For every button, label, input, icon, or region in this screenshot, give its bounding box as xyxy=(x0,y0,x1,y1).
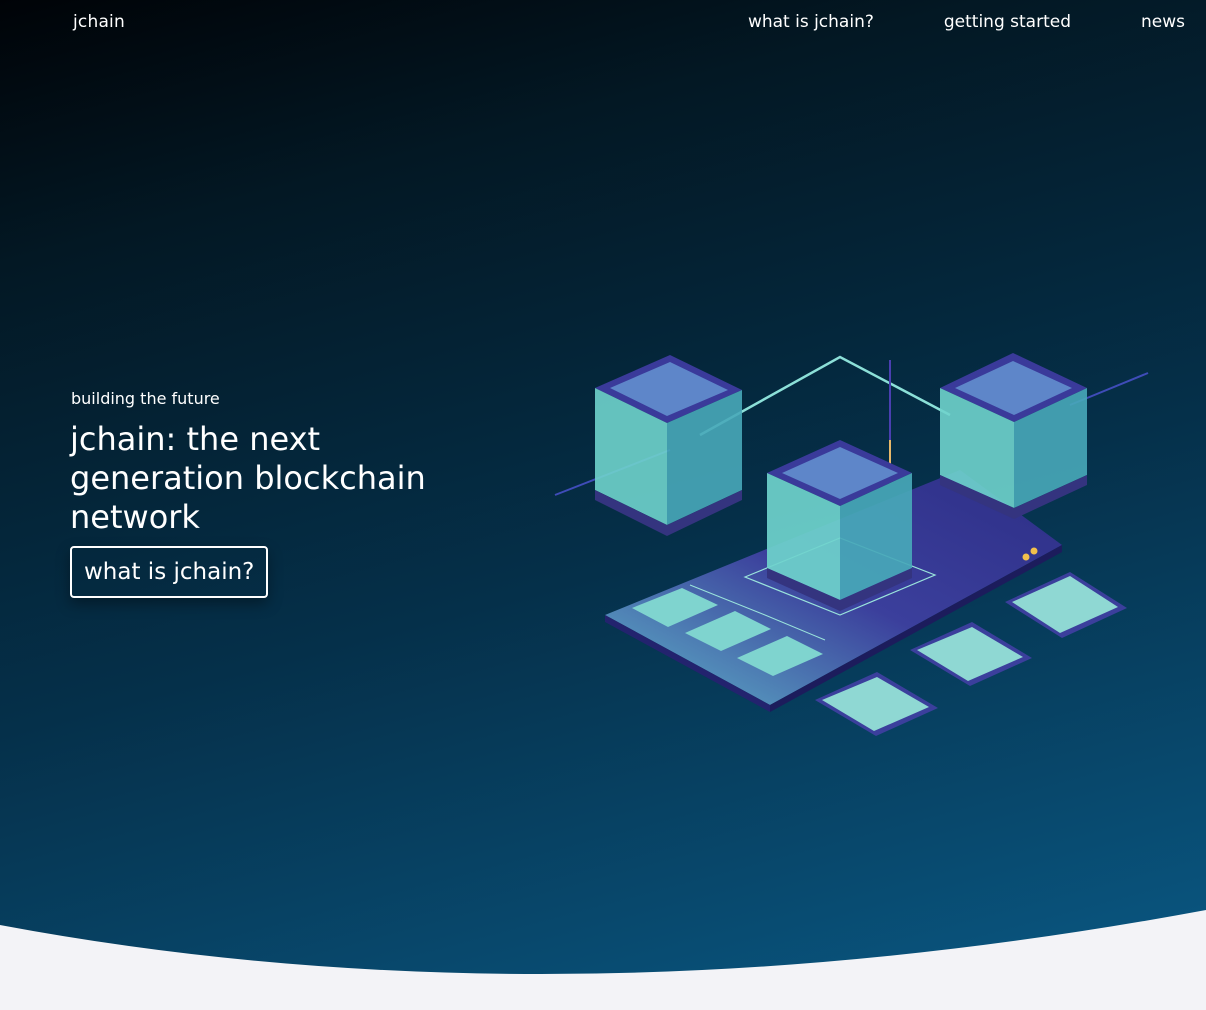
nav-link-getting-started[interactable]: getting started xyxy=(944,12,1071,32)
hero-eyebrow: building the future xyxy=(71,389,220,408)
blockchain-servers-illustration xyxy=(554,353,1149,736)
hero-bottom-curve xyxy=(0,910,1206,1010)
main-nav: what is jchain? getting started news xyxy=(748,12,1185,32)
brand-logo[interactable]: jchain xyxy=(73,12,125,32)
nav-link-what-is-jchain[interactable]: what is jchain? xyxy=(748,12,874,32)
nav-link-news[interactable]: news xyxy=(1141,12,1185,32)
hero-title: jchain: the next generation blockchain n… xyxy=(70,420,426,536)
what-is-jchain-button[interactable]: what is jchain? xyxy=(70,546,269,598)
